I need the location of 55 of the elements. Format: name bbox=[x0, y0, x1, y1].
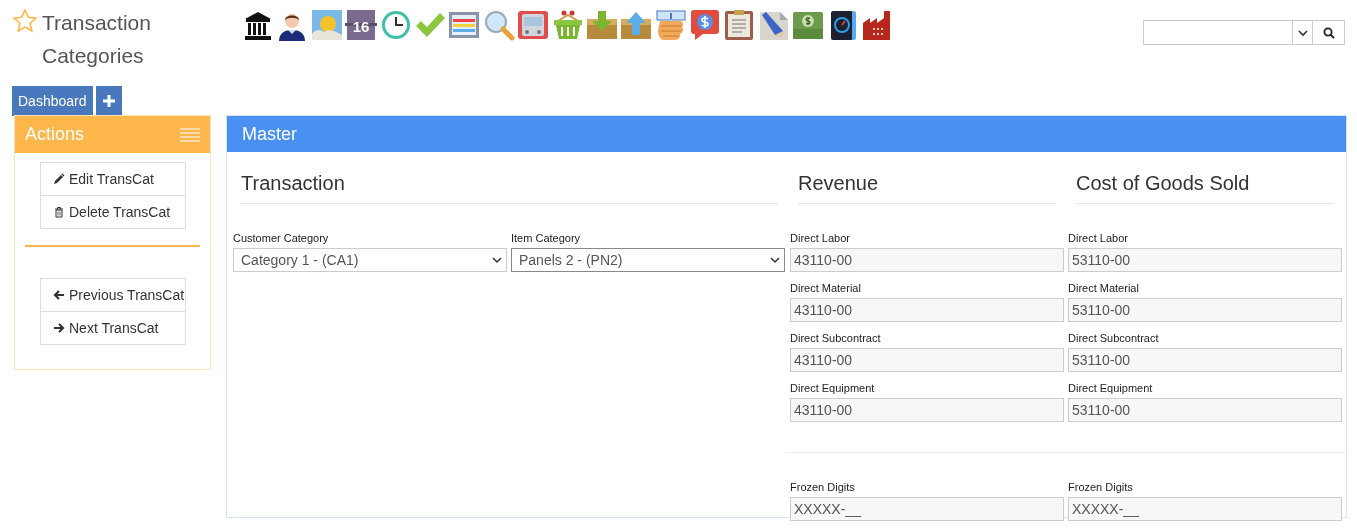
input-field[interactable]: XXXXX-__ bbox=[1068, 497, 1342, 521]
field-label: Direct Material bbox=[1068, 282, 1140, 295]
field-label: Direct Labor bbox=[1068, 232, 1129, 245]
plus-icon bbox=[101, 94, 116, 108]
field-label: Frozen Digits bbox=[1068, 481, 1134, 494]
input-field[interactable]: 43110-00 bbox=[790, 348, 1064, 372]
dollar-speech-icon[interactable] bbox=[689, 8, 722, 42]
section-heading: Transaction bbox=[241, 172, 778, 204]
section-heading: Revenue bbox=[798, 172, 1056, 204]
previous-button[interactable]: Previous TransCat bbox=[40, 278, 186, 312]
trash-icon bbox=[53, 206, 65, 218]
page-title: Transaction Categories bbox=[42, 10, 152, 69]
basket-icon[interactable] bbox=[551, 8, 584, 42]
pencil-icon bbox=[53, 173, 65, 185]
panel-title: Actions bbox=[25, 124, 85, 145]
input-field[interactable]: XXXXX-__ bbox=[790, 497, 1064, 521]
input-field[interactable]: 53110-00 bbox=[1068, 348, 1342, 372]
arrow-right-icon bbox=[53, 322, 65, 334]
section-heading: Cost of Goods Sold bbox=[1076, 172, 1334, 204]
select-field[interactable]: Panels 2 - (PN2) bbox=[511, 248, 785, 272]
dashboard-button[interactable]: Dashboard bbox=[12, 86, 93, 116]
input-field[interactable]: 43110-00 bbox=[790, 298, 1064, 322]
field-label: Item Category bbox=[511, 232, 582, 245]
add-button[interactable] bbox=[95, 86, 122, 116]
hand-money-icon[interactable] bbox=[654, 8, 687, 42]
delete-button[interactable]: Delete TransCat bbox=[40, 195, 186, 229]
calendar-icon[interactable]: 16 bbox=[345, 8, 378, 42]
star-icon[interactable] bbox=[12, 8, 38, 34]
chevron-down-icon bbox=[770, 255, 780, 265]
input-field[interactable]: 53110-00 bbox=[1068, 298, 1342, 322]
field-label: Direct Labor bbox=[790, 232, 851, 245]
input-field[interactable]: 53110-00 bbox=[1068, 248, 1342, 272]
download-box-icon[interactable] bbox=[585, 8, 618, 42]
input-field[interactable]: 43110-00 bbox=[790, 398, 1064, 422]
field-label: Direct Material bbox=[790, 282, 862, 295]
search-icon bbox=[1322, 26, 1335, 39]
field-label: Direct Equipment bbox=[1068, 382, 1154, 395]
input-field[interactable]: 43110-00 bbox=[790, 248, 1064, 272]
select-field[interactable]: Category 1 - (CA1) bbox=[233, 248, 507, 272]
clock-icon[interactable] bbox=[379, 8, 412, 42]
field-label: Frozen Digits bbox=[790, 481, 856, 494]
field-label: Customer Category bbox=[233, 232, 330, 245]
chevron-down-icon bbox=[492, 255, 502, 265]
search-icon[interactable] bbox=[482, 8, 515, 42]
clipboard-icon[interactable] bbox=[723, 8, 756, 42]
input-field[interactable]: 53110-00 bbox=[1068, 398, 1342, 422]
field-label: Direct Subcontract bbox=[790, 332, 882, 345]
arrow-left-icon bbox=[53, 289, 65, 301]
field-label: Direct Subcontract bbox=[1068, 332, 1160, 345]
panel-title: Master bbox=[242, 123, 297, 145]
field-label: Direct Equipment bbox=[790, 382, 876, 395]
bus-icon[interactable] bbox=[517, 8, 550, 42]
search-field[interactable] bbox=[1143, 20, 1345, 45]
next-button[interactable]: Next TransCat bbox=[40, 311, 186, 345]
edit-button[interactable]: Edit TransCat bbox=[40, 162, 186, 196]
